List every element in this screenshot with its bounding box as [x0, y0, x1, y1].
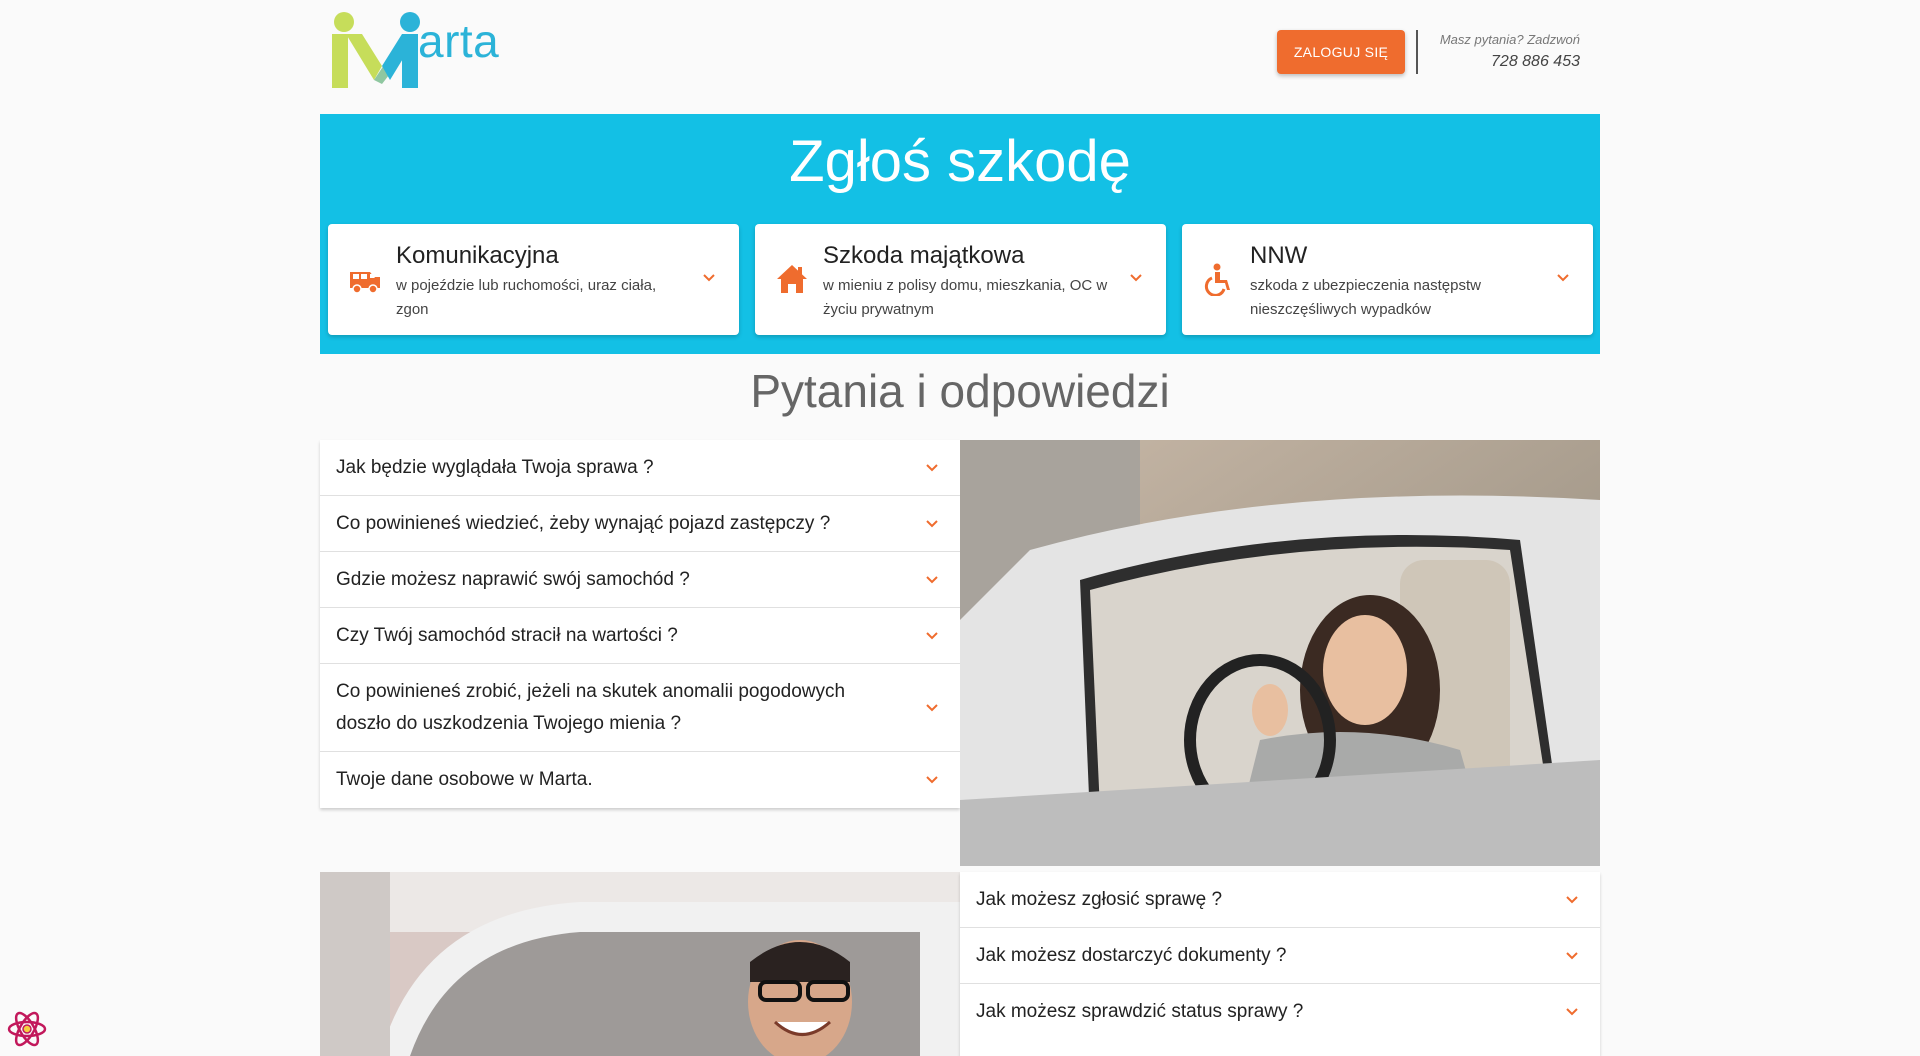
faq-question: Twoje dane osobowe w Marta. — [336, 769, 593, 790]
react-devtools-icon[interactable] — [6, 1008, 48, 1050]
login-button[interactable]: ZALOGUJ SIĘ — [1277, 30, 1405, 74]
faq-question: Jak możesz zgłosić sprawę ? — [976, 888, 1223, 910]
faq-question: Co powinieneś zrobić, jeżeli na skutek a… — [336, 680, 846, 734]
card-title: Szkoda majątkowa — [823, 242, 1025, 269]
chevron-down-icon — [1566, 951, 1578, 959]
faq-item[interactable]: Jak możesz zgłosić sprawę ? — [960, 872, 1600, 928]
man-in-car-photo — [320, 872, 960, 1056]
van-icon — [350, 272, 380, 294]
claim-card-komunikacyjna[interactable]: Komunikacyjna w pojeździe lub ruchomości… — [328, 224, 739, 335]
contact-question: Masz pytania? Zadzwoń — [1439, 32, 1580, 47]
faq-accordion-right: Jak możesz zgłosić sprawę ? Jak możesz d… — [960, 872, 1600, 1056]
card-description: w pojeździe lub ruchomości, uraz ciała, … — [396, 277, 657, 318]
faq-accordion-left: Jak będzie wyglądała Twoja sprawa ? Co p… — [320, 440, 960, 808]
chevron-down-icon — [926, 575, 938, 583]
card-title: Komunikacyjna — [396, 242, 559, 269]
page-container: arta ZALOGUJ SIĘ Masz pytania? Zadzwoń 7… — [320, 0, 1600, 1056]
accessible-icon — [1204, 263, 1230, 296]
faq-question: Czy Twój samochód stracił na wartości ? — [336, 624, 678, 646]
chevron-down-icon — [926, 703, 938, 711]
chevron-down-icon — [1566, 895, 1578, 903]
faq-item[interactable]: Czy Twój samochód stracił na wartości ? — [320, 608, 960, 664]
faq-item[interactable]: Jak możesz dostarczyć dokumenty ? — [960, 928, 1600, 984]
faq-item[interactable]: Jak będzie wyglądała Twoja sprawa ? — [320, 440, 960, 496]
chevron-down-icon — [703, 274, 715, 282]
claim-card-majatkowa[interactable]: Szkoda majątkowa w mieniu z polisy domu,… — [755, 224, 1166, 335]
chevron-down-icon — [1130, 274, 1142, 282]
contact-phone[interactable]: 728 886 453 — [1440, 53, 1580, 71]
house-icon — [777, 265, 807, 293]
chevron-down-icon — [926, 776, 938, 784]
faq-item[interactable]: Co powinieneś wiedzieć, żeby wynająć poj… — [320, 496, 960, 552]
faq-question: Gdzie możesz naprawić swój samochód ? — [336, 568, 690, 590]
contact-info: Masz pytania? Zadzwoń 728 886 453 — [1440, 32, 1580, 71]
faq-question: Jak możesz sprawdzić status sprawy ? — [976, 1001, 1304, 1022]
card-description: w mieniu z polisy domu, mieszkania, OC w… — [823, 277, 1108, 318]
faq-question: Co powinieneś wiedzieć, żeby wynająć poj… — [336, 512, 831, 534]
site-header: arta ZALOGUJ SIĘ Masz pytania? Zadzwoń 7… — [320, 0, 1600, 114]
logo-wordmark: arta — [418, 15, 500, 67]
card-description: szkoda z ubezpieczenia następstw nieszcz… — [1250, 277, 1481, 318]
chevron-down-icon — [926, 519, 938, 527]
card-title: NNW — [1250, 242, 1308, 269]
faq-item[interactable]: Jak możesz sprawdzić status sprawy ? — [960, 984, 1600, 1040]
faq-item[interactable]: Gdzie możesz naprawić swój samochód ? — [320, 552, 960, 608]
woman-in-car-photo — [960, 440, 1600, 866]
chevron-down-icon — [926, 631, 938, 639]
faq-item[interactable]: Co powinieneś zrobić, jeżeli na skutek a… — [320, 664, 960, 752]
faq-title: Pytania i odpowiedzi — [750, 365, 1170, 417]
faq-question: Jak będzie wyglądała Twoja sprawa ? — [336, 456, 654, 478]
claim-banner: Zgłoś szkodę Komunikacyjna w pojeździe l… — [320, 114, 1600, 354]
faq-item[interactable]: Twoje dane osobowe w Marta. — [320, 752, 960, 808]
faq-question: Jak możesz dostarczyć dokumenty ? — [976, 944, 1287, 966]
chevron-down-icon — [1557, 274, 1569, 282]
banner-title: Zgłoś szkodę — [789, 129, 1131, 194]
claim-card-nnw[interactable]: NNW szkoda z ubezpieczenia następstw nie… — [1182, 224, 1593, 335]
chevron-down-icon — [926, 463, 938, 471]
header-divider — [1416, 30, 1418, 74]
chevron-down-icon — [1566, 1008, 1578, 1016]
